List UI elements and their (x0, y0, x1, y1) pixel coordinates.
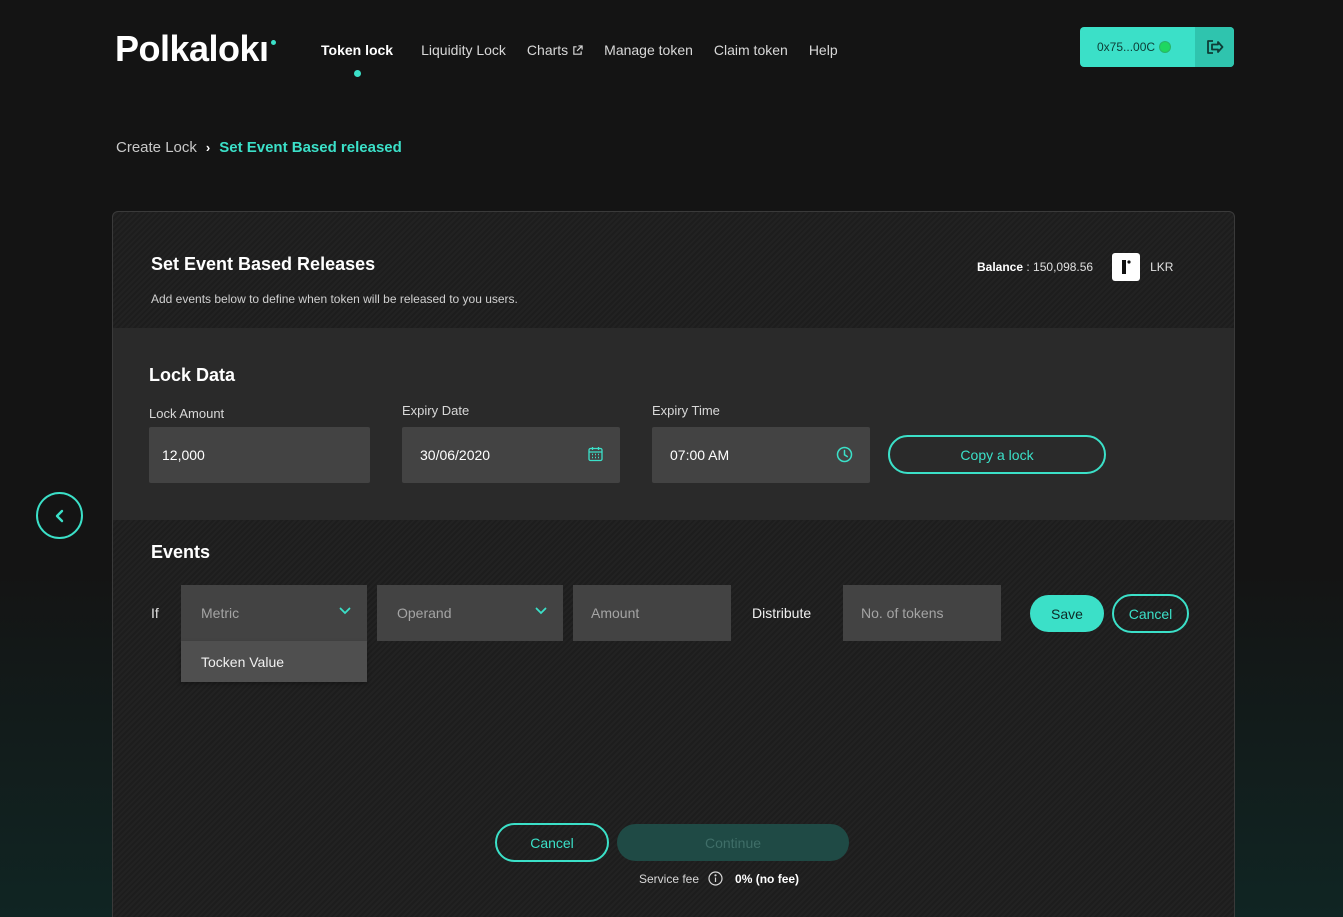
breadcrumb: Create Lock › Set Event Based released (116, 139, 402, 156)
operand-select[interactable]: Operand (377, 585, 563, 641)
tokens-input[interactable]: No. of tokens (843, 585, 1001, 641)
balance-display: Balance : 150,098.56 LKR (977, 253, 1173, 281)
nav-item-liquidity-lock[interactable]: Liquidity Lock (421, 42, 506, 58)
brand-logo[interactable]: Polkalokı (115, 28, 276, 70)
cancel-button[interactable]: Cancel (495, 823, 609, 862)
clock-icon[interactable] (836, 446, 853, 463)
lock-data-section: Lock Data Lock Amount 12,000 Expiry Date… (113, 328, 1234, 520)
wallet-widget[interactable]: 0x75...00C (1080, 27, 1234, 67)
expiry-date-value: 30/06/2020 (420, 447, 491, 463)
amount-input[interactable]: Amount (573, 585, 731, 641)
service-fee-row: Service fee 0% (no fee) (639, 871, 799, 886)
balance-label: Balance (977, 260, 1024, 274)
lock-amount-label: Lock Amount (149, 406, 225, 421)
logout-icon (1206, 40, 1223, 54)
save-event-button[interactable]: Save (1030, 595, 1104, 632)
continue-button[interactable]: Continue (617, 824, 849, 861)
breadcrumb-current: Set Event Based released (219, 139, 402, 156)
card-title: Set Event Based Releases (151, 254, 376, 274)
cancel-event-button[interactable]: Cancel (1112, 594, 1189, 633)
metric-select[interactable]: Metric (181, 585, 367, 641)
nav-item-token-lock[interactable]: Token lock (321, 42, 393, 77)
service-fee-label: Service fee (639, 871, 700, 886)
info-icon[interactable] (708, 871, 723, 886)
logout-button[interactable] (1195, 27, 1234, 67)
chevron-left-icon (55, 509, 63, 522)
breadcrumb-chevron-icon: › (205, 140, 211, 155)
nav-item-charts[interactable]: Charts (527, 42, 583, 58)
nav-item-help[interactable]: Help (809, 42, 838, 58)
nav-item-manage-token[interactable]: Manage token (604, 42, 693, 58)
wallet-address[interactable]: 0x75...00C (1080, 40, 1195, 54)
chevron-down-icon (339, 607, 351, 615)
metric-option-label: Tocken Value (201, 653, 285, 670)
logo-dot (270, 40, 276, 45)
metric-option-tocken-value[interactable]: Tocken Value (181, 641, 367, 682)
balance-separator: : (1023, 260, 1034, 274)
expiry-time-label: Expiry Time (652, 403, 720, 418)
lock-amount-input[interactable]: 12,000 (149, 427, 370, 483)
expiry-date-input[interactable]: 30/06/2020 (402, 427, 620, 483)
card-subtitle: Add events below to define when token wi… (151, 292, 518, 306)
tokens-placeholder: No. of tokens (861, 605, 944, 621)
events-title: Events (151, 542, 211, 562)
token-symbol: LKR (1150, 260, 1174, 274)
copy-lock-button[interactable]: Copy a lock (888, 435, 1106, 474)
lock-data-title: Lock Data (149, 365, 236, 385)
connection-status-dot (1160, 42, 1171, 52)
expiry-time-value: 07:00 AM (670, 447, 730, 463)
calendar-icon[interactable] (588, 446, 603, 462)
operand-placeholder: Operand (397, 605, 452, 621)
token-logo-icon (1112, 253, 1141, 281)
distribute-label: Distribute (752, 605, 812, 621)
metric-placeholder: Metric (201, 605, 240, 621)
breadcrumb-create-lock[interactable]: Create Lock (116, 139, 197, 156)
expiry-date-label: Expiry Date (402, 403, 470, 418)
back-button[interactable] (36, 492, 83, 539)
card-header: Set Event Based Releases Add events belo… (113, 212, 1234, 328)
event-release-card: Set Event Based Releases Add events belo… (112, 211, 1235, 917)
main-nav: Token lock Liquidity Lock Charts Manage … (321, 42, 859, 77)
expiry-time-input[interactable]: 07:00 AM (652, 427, 870, 483)
lock-amount-value: 12,000 (162, 447, 205, 463)
amount-placeholder: Amount (591, 605, 640, 621)
nav-item-claim-token[interactable]: Claim token (714, 42, 788, 58)
chevron-down-icon (535, 607, 547, 615)
if-label: If (151, 605, 159, 621)
service-fee-value: 0% (no fee) (735, 871, 800, 886)
balance-value: 150,098.56 (1033, 260, 1094, 274)
external-link-icon (573, 44, 583, 55)
